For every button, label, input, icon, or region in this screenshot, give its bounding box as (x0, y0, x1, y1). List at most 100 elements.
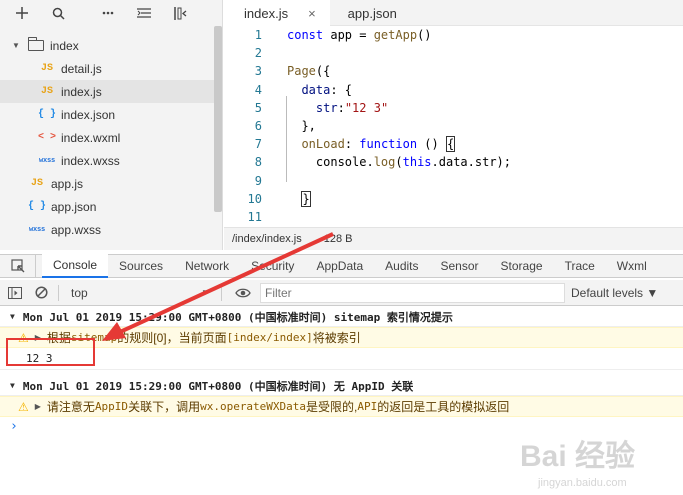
tab-sensor[interactable]: Sensor (430, 254, 490, 278)
code-line: 4 data: { (224, 81, 683, 99)
sidebar-toggle-icon[interactable] (4, 282, 26, 304)
inspect-icon[interactable] (0, 254, 36, 278)
code-text: const app = getApp() (287, 28, 432, 43)
file-size: 128 B (323, 233, 353, 245)
expand-triangle-icon: ▶ (34, 402, 41, 411)
warning-text: 将被索引 (312, 331, 361, 345)
devtools-tabbar: Console Sources Network Security AppData Audi… (0, 254, 683, 278)
json-file-icon: { } (37, 109, 56, 120)
tab-label: app.json (347, 5, 397, 21)
search-icon[interactable] (44, 1, 72, 25)
file-tree: ▼ index JS detail.js JS index.js { } index.json… (0, 34, 214, 241)
file-tree-item[interactable]: { } index.json (0, 103, 214, 126)
explorer-scrollbar[interactable] (214, 26, 222, 212)
tab-audits[interactable]: Audits (374, 254, 429, 278)
file-name: index.js (61, 84, 102, 99)
context-select[interactable]: top ▼ (65, 286, 215, 300)
highlight-box (6, 338, 95, 366)
tab-storage[interactable]: Storage (490, 254, 554, 278)
line-number: 5 (254, 100, 262, 115)
code-text: onLoad: function () { (301, 136, 456, 153)
dropdown-icon: ▼ (201, 288, 209, 297)
file-tree-item[interactable]: wxss app.wxss (0, 218, 214, 241)
group-title: Mon Jul 01 2019 15:29:00 GMT+0800 (中国标准时… (22, 379, 414, 393)
prompt-icon: › (10, 418, 18, 434)
context-label: top (71, 285, 88, 300)
console-log-line: 12 3 (0, 348, 683, 370)
tab-wxml[interactable]: Wxml (606, 254, 658, 278)
editor-statusbar: /index/index.js 128 B (224, 227, 683, 250)
code-text: data: { (301, 82, 353, 97)
warning-text: 关联下，调用 (128, 400, 201, 414)
code-line: 2 (224, 44, 683, 62)
warning-code: [index/index] (226, 331, 313, 344)
line-number: 3 (254, 64, 262, 79)
indent-guide (286, 96, 287, 182)
js-file-icon: JS (40, 63, 53, 74)
warning-code: API (357, 400, 378, 413)
console-warning[interactable]: ⚠ ▶ 根据 sitemap 的规则[0]，当前页面 [index/index]… (0, 327, 683, 348)
code-line: 7 onLoad: function () { (224, 135, 683, 153)
top-pane: ▼ index JS detail.js JS index.js{ } index.json… (0, 0, 683, 250)
code-text: str:"12 3" (315, 100, 389, 115)
divider (58, 284, 59, 301)
line-number: 9 (254, 173, 262, 188)
code-text: Page({ (287, 64, 331, 79)
js-file-icon: JS (30, 178, 43, 189)
chevron-down-icon: ▼ (12, 41, 20, 50)
tab-app-json[interactable]: app.json (330, 0, 411, 26)
console-group[interactable]: ▼ Mon Jul 01 2019 15:29:00 GMT+0800 (中国标… (0, 376, 683, 396)
code-line: 6 }, (224, 117, 683, 135)
file-name: index.wxss (61, 153, 120, 168)
code-line: 9 (224, 172, 683, 190)
tab-trace[interactable]: Trace (554, 254, 606, 278)
line-number: 7 (254, 137, 262, 152)
line-number: 10 (247, 191, 262, 206)
editor-tabs: index.js × app.json (224, 0, 683, 26)
console-warning[interactable]: ⚠ ▶ 请注意无 AppID 关联下，调用 wx.operateWXData 是… (0, 396, 683, 417)
filter-input[interactable] (260, 282, 565, 303)
eye-icon[interactable] (232, 282, 254, 304)
file-tree-item[interactable]: JS app.js (0, 172, 214, 195)
code-text: } (301, 190, 311, 207)
collapse-icon[interactable] (130, 1, 158, 25)
devtools-tabs: Console Sources Network Security AppData Audi… (36, 254, 658, 278)
tab-label: index.js (244, 5, 289, 21)
code-editor: index.js × app.json 1 const app = getApp(… (224, 0, 683, 250)
tab-appdata[interactable]: AppData (305, 254, 374, 278)
clear-console-icon[interactable] (30, 282, 52, 304)
js-file-icon: JS (40, 86, 53, 97)
file-name: detail.js (61, 61, 102, 76)
json-file-icon: { } (27, 201, 46, 212)
watermark-text: Bai 经验 (520, 439, 635, 473)
file-tree-item[interactable]: { } app.json (0, 195, 214, 218)
code-line: 10 } (224, 190, 683, 208)
warning-text: 的返回是工具的模拟返回 (377, 400, 510, 414)
tab-console[interactable]: Console (42, 254, 109, 278)
log-levels-select[interactable]: Default levels ▼ (571, 286, 658, 300)
close-icon[interactable]: × (308, 6, 316, 21)
file-tree-item[interactable]: JS detail.js (0, 57, 214, 80)
file-name: index.wxml (61, 130, 121, 145)
file-explorer: ▼ index JS detail.js JS index.js { } index.json… (0, 0, 223, 250)
file-tree-item[interactable]: < > index.wxml (0, 126, 214, 149)
folder-icon (28, 37, 44, 51)
tab-index-js[interactable]: index.js × (224, 0, 330, 26)
wxml-file-icon: < > (37, 132, 56, 143)
file-tree-item[interactable]: JS index.js (0, 80, 214, 103)
file-name: app.js (51, 176, 84, 191)
file-name: app.wxss (51, 222, 102, 237)
file-tree-item[interactable]: wxss index.wxss (0, 149, 214, 172)
split-icon[interactable] (166, 1, 194, 25)
line-number: 4 (254, 82, 262, 97)
tab-network[interactable]: Network (174, 254, 240, 278)
add-icon[interactable] (8, 1, 36, 25)
divider (221, 284, 222, 301)
warning-text: 是受限的, (306, 400, 358, 414)
tab-security[interactable]: Security (240, 254, 305, 278)
console-group[interactable]: ▼ Mon Jul 01 2019 15:29:00 GMT+0800 (中国标… (0, 307, 683, 327)
code-area[interactable]: 1 const app = getApp() 2 3 Page({4 data: {5 … (224, 26, 683, 226)
tab-sources[interactable]: Sources (108, 254, 174, 278)
more-icon[interactable] (94, 1, 122, 25)
file-tree-item[interactable]: ▼ index (0, 34, 214, 57)
